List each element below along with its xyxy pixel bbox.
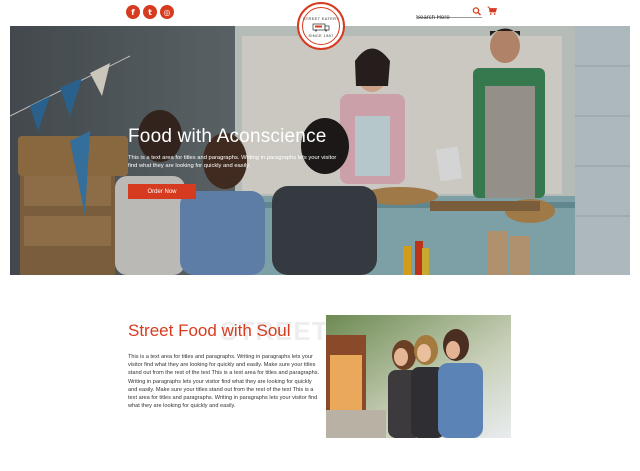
hero-paragraph: This is a text area for titles and parag…: [128, 155, 337, 169]
section-paragraph: This is a text area for titles and parag…: [128, 354, 320, 410]
search-box: [416, 6, 482, 24]
order-now-button[interactable]: Order Now: [128, 184, 196, 199]
hero-title: Food with Aconscience: [128, 126, 327, 147]
search-input[interactable]: [416, 12, 468, 24]
hero-banner: Food with Aconscience This is a text are…: [10, 26, 630, 275]
instagram-icon[interactable]: ◎: [160, 5, 174, 19]
section-title: Street Food with Soul: [128, 321, 291, 340]
section-image: [326, 315, 511, 438]
facebook-icon[interactable]: f: [126, 5, 140, 19]
cart-icon[interactable]: [487, 6, 497, 16]
search-icon[interactable]: [472, 6, 482, 17]
section-photo: [326, 315, 511, 438]
social-links: f t ◎: [126, 5, 174, 19]
twitter-icon[interactable]: t: [143, 5, 157, 19]
logo-ring: [302, 7, 340, 45]
hero-image: [10, 26, 630, 275]
site-logo[interactable]: STREET EATERY SINCE 1987: [297, 2, 345, 50]
